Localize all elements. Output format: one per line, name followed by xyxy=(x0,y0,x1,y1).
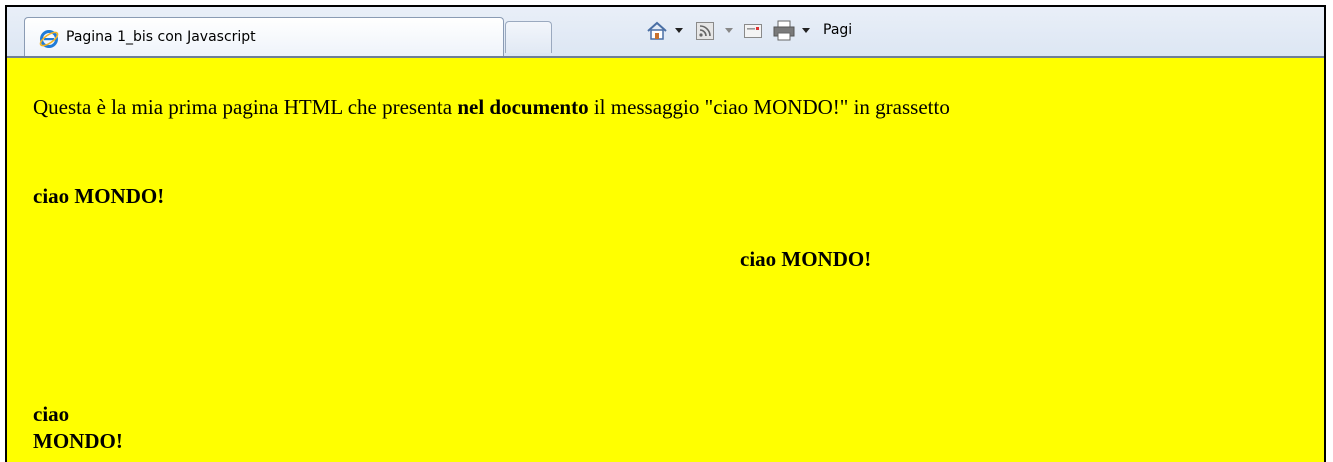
intro-paragraph: Questa è la mia prima pagina HTML che pr… xyxy=(33,95,950,120)
message-split: ciao MONDO! xyxy=(33,401,123,455)
read-mail-icon[interactable] xyxy=(744,23,762,39)
tab-title: Pagina 1_bis con Javascript xyxy=(66,29,256,45)
feeds-dropdown-icon[interactable] xyxy=(725,28,733,33)
print-icon[interactable] xyxy=(772,20,796,42)
home-icon[interactable] xyxy=(645,19,669,43)
message-left: ciao MONDO! xyxy=(33,184,165,208)
intro-bold-text: nel documento xyxy=(457,95,589,119)
message-centered: ciao MONDO! xyxy=(740,247,872,271)
browser-window: Pagina 1_bis con Javascript Pagi Questa … xyxy=(5,5,1326,462)
intro-text-start: Questa è la mia prima pagina HTML che pr… xyxy=(33,95,458,119)
tab-bar: Pagina 1_bis con Javascript Pagi xyxy=(7,7,1324,58)
message-split-line2: MONDO! xyxy=(33,429,123,453)
home-dropdown-icon[interactable] xyxy=(675,28,683,33)
intro-text-end: il messaggio "ciao MONDO!" in grassetto xyxy=(588,95,950,119)
rss-feed-icon[interactable] xyxy=(696,22,714,40)
page-content: Questa è la mia prima pagina HTML che pr… xyxy=(7,58,1324,462)
internet-explorer-icon xyxy=(39,30,59,48)
tab-active[interactable]: Pagina 1_bis con Javascript xyxy=(24,17,504,57)
print-dropdown-icon[interactable] xyxy=(802,28,810,33)
new-tab-button[interactable] xyxy=(505,21,552,53)
page-menu-button[interactable]: Pagi xyxy=(823,22,852,38)
message-split-line1: ciao xyxy=(33,402,70,426)
